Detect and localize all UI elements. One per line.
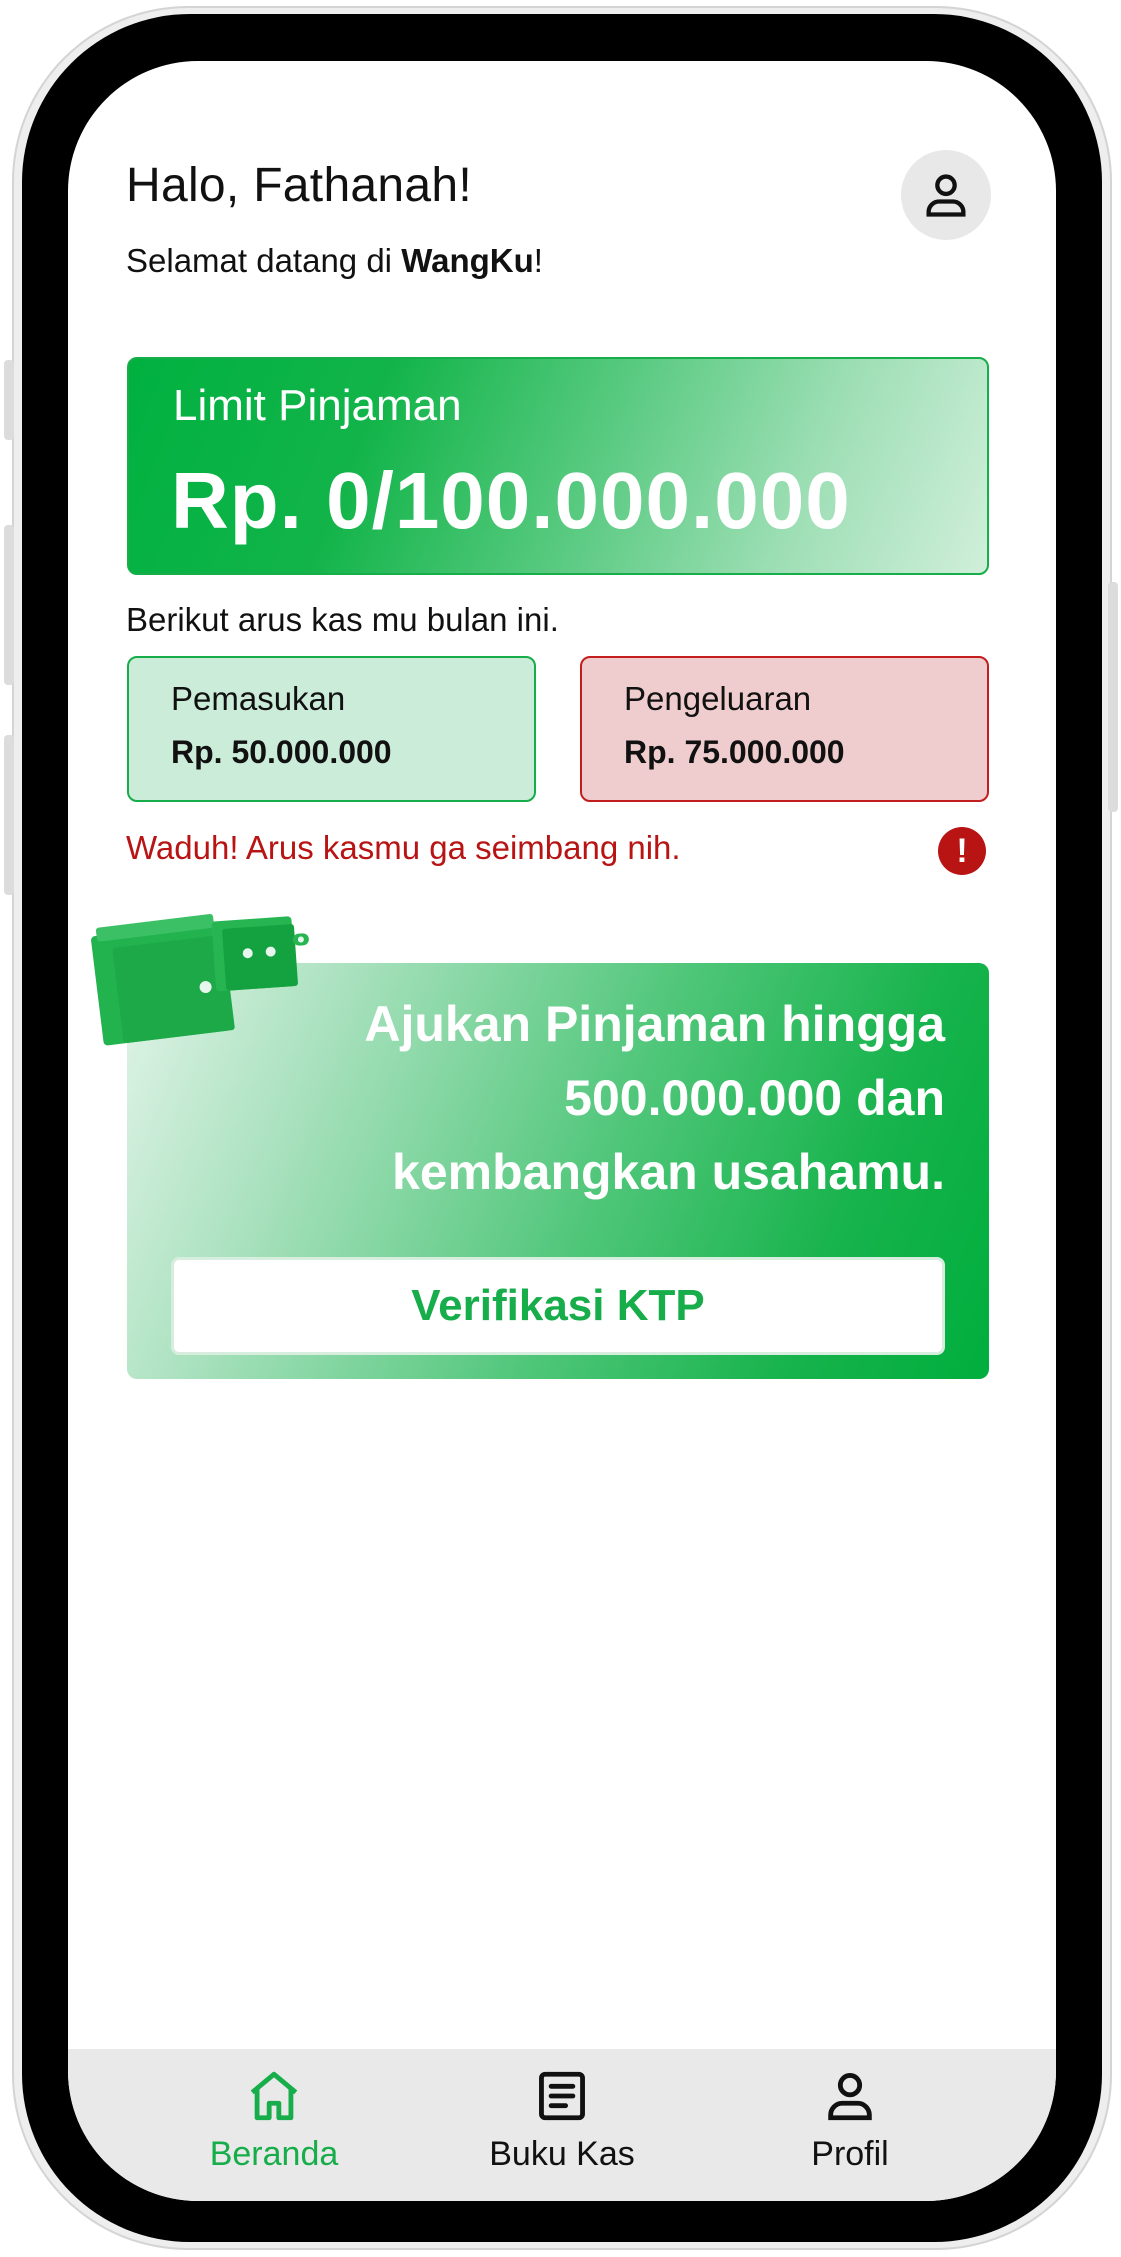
welcome-suffix: ! (533, 242, 543, 279)
promo-line: 500.000.000 dan (564, 1070, 945, 1126)
expense-label: Pengeluaran (624, 680, 812, 717)
promo-text: Ajukan Pinjaman hingga 500.000.000 dan k… (364, 987, 945, 1209)
nav-item-buku-kas[interactable]: Buku Kas (462, 2067, 662, 2174)
income-value: Rp. 50.000.000 (171, 734, 392, 770)
user-icon (926, 174, 966, 217)
welcome-prefix: Selamat datang di (126, 242, 402, 279)
app-screen: Halo, Fathanah! Selamat datang di WangKu… (68, 61, 1056, 2201)
brand-name: WangKu (401, 242, 534, 279)
bottom-navigation: Beranda Buku Kas Profil (68, 2049, 1056, 2201)
nav-label: Profil (811, 2135, 889, 2173)
cashflow-intro: Berikut arus kas mu bulan ini. (126, 601, 559, 638)
income-card[interactable]: Pemasukan Rp. 50.000.000 (127, 656, 536, 802)
silent-switch (4, 360, 14, 440)
volume-down-button (4, 735, 14, 895)
user-icon (828, 2073, 872, 2121)
wallet-icon (91, 913, 309, 1046)
nav-label: Beranda (209, 2135, 339, 2173)
cashflow-warning: Waduh! Arus kasmu ga seimbang nih. (126, 829, 681, 866)
loan-limit-label: Limit Pinjaman (173, 381, 462, 430)
income-label: Pemasukan (171, 680, 346, 717)
promo-line: kembangkan usahamu. (392, 1144, 945, 1200)
welcome-text: Selamat datang di WangKu! (126, 242, 543, 280)
nav-item-profil[interactable]: Profil (750, 2067, 950, 2174)
loan-limit-value: Rp. 0/100.000.000 (171, 456, 851, 545)
volume-up-button (4, 525, 14, 685)
nav-label: Buku Kas (489, 2135, 635, 2173)
alert-icon: ! (938, 827, 986, 875)
loan-limit-card: Limit Pinjaman Rp. 0/100.000.000 (127, 357, 989, 575)
expense-card[interactable]: Pengeluaran Rp. 75.000.000 (580, 656, 989, 802)
verify-ktp-button[interactable]: Verifikasi KTP (171, 1257, 945, 1355)
expense-value: Rp. 75.000.000 (624, 734, 845, 770)
power-button (1108, 582, 1118, 812)
promo-line: Ajukan Pinjaman hingga (364, 996, 945, 1052)
nav-item-beranda[interactable]: Beranda (174, 2067, 374, 2174)
home-icon (250, 2071, 298, 2121)
greeting-title: Halo, Fathanah! (126, 159, 473, 212)
ledger-icon (539, 2071, 585, 2121)
profile-button[interactable] (901, 150, 991, 240)
